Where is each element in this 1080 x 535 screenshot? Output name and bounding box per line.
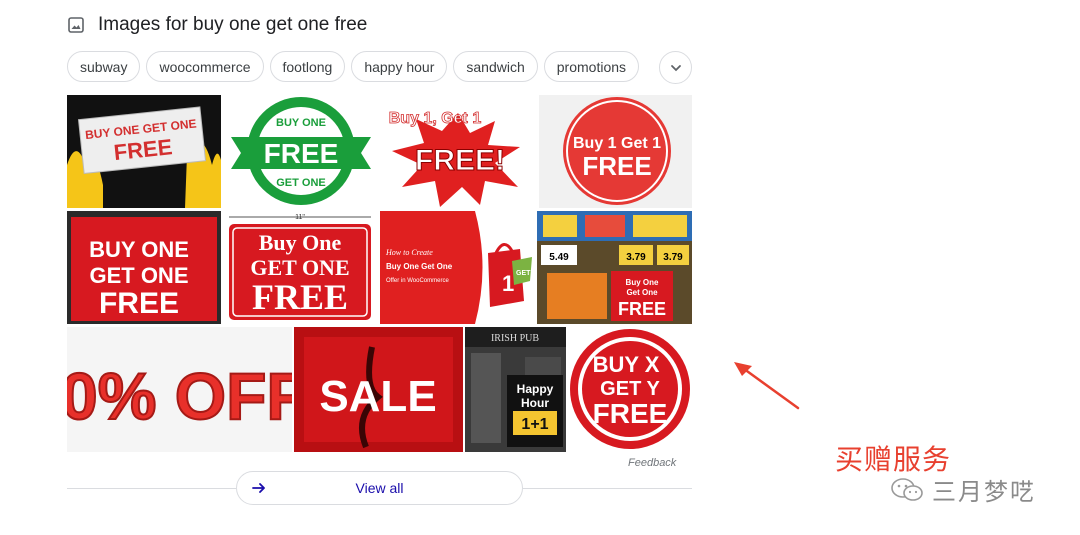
image-7-text-2: Buy One Get One (386, 262, 453, 271)
chip-footlong[interactable]: footlong (269, 51, 346, 82)
divider-right (523, 488, 692, 489)
image-2-text-1: BUY ONE (276, 117, 326, 129)
chip-subway[interactable]: subway (67, 51, 141, 82)
image-result-8[interactable]: 5.49 3.79 3.79 Buy One Get One FREE (537, 211, 692, 324)
image-results-header: Images for buy one get one free (68, 12, 367, 38)
image-5-text-2: GET ONE (89, 263, 188, 288)
image-result-1[interactable]: BUY ONE GET ONE FREE (67, 95, 221, 208)
image-9-text-1: 0% OFF (67, 359, 292, 433)
image-12-text-1: BUY X (593, 352, 660, 377)
more-chips-button[interactable] (659, 51, 692, 84)
image-result-5[interactable]: BUY ONE GET ONE FREE (67, 211, 221, 324)
image-7-text-5: GET (516, 270, 531, 277)
divider-left (67, 488, 236, 489)
image-11-text-4: 1+1 (521, 416, 548, 433)
image-result-12[interactable]: BUY X GET Y FREE (568, 327, 692, 452)
image-result-2[interactable]: BUY ONE FREE GET ONE (223, 95, 378, 208)
image-results-title[interactable]: Images for buy one get one free (98, 14, 367, 36)
image-11-text-1: IRISH PUB (491, 333, 539, 344)
image-6-text-2: Buy One (259, 230, 342, 255)
image-2-text-3: GET ONE (276, 177, 326, 189)
image-11-text-3: Hour (521, 396, 549, 410)
chip-sandwich[interactable]: sandwich (453, 51, 538, 82)
image-12-text-3: FREE (593, 398, 668, 429)
image-result-11[interactable]: IRISH PUB Happy Hour 1+1 (465, 327, 566, 452)
image-4-text-2: FREE (582, 151, 651, 181)
image-4-text-1: Buy 1 Get 1 (573, 135, 661, 152)
image-7-text-4: 1 (502, 271, 514, 296)
image-result-10[interactable]: SALE (294, 327, 463, 452)
image-6-text-4: FREE (252, 277, 348, 317)
annotation-arrow-icon (734, 362, 800, 410)
wechat-icon (891, 477, 923, 501)
feedback-link[interactable]: Feedback (628, 457, 676, 469)
image-8-text-5: Get One (626, 288, 658, 297)
image-result-6[interactable]: 11" Buy One GET ONE FREE (223, 211, 378, 324)
image-8-text-2: 3.79 (626, 252, 646, 263)
image-8-text-1: 5.49 (549, 252, 569, 263)
image-5-text-3: FREE (99, 287, 179, 320)
arrow-right-icon (252, 483, 265, 493)
related-searches-chips: subway woocommerce footlong happy hour s… (67, 51, 640, 84)
chip-woocommerce[interactable]: woocommerce (146, 51, 264, 82)
view-all-label: View all (355, 480, 404, 496)
chip-promotions[interactable]: promotions (543, 51, 640, 82)
image-8-text-6: FREE (618, 299, 666, 319)
image-8-text-4: Buy One (626, 278, 659, 287)
image-7-text-3: Offer in WooCommerce (386, 278, 449, 284)
image-result-7[interactable]: How to Create Buy One Get One Offer in W… (380, 211, 535, 324)
image-grid: BUY ONE GET ONE FREE BUY ONE FREE GET ON… (67, 95, 692, 452)
watermark-text: 三月梦呓 (932, 478, 1036, 506)
image-3-text-1: Buy 1, Get 1 (389, 110, 482, 127)
image-result-4[interactable]: Buy 1 Get 1 FREE (539, 95, 692, 208)
chevron-down-icon (670, 64, 681, 71)
image-icon (68, 17, 84, 33)
image-result-3[interactable]: Buy 1, Get 1 FREE! (380, 95, 537, 208)
image-10-text-1: SALE (319, 372, 436, 421)
view-all-button[interactable]: View all (236, 471, 523, 505)
image-11-text-2: Happy (517, 382, 554, 396)
image-12-text-2: GET Y (600, 378, 660, 400)
watermark: 三月梦呓 (890, 472, 1036, 507)
chip-happy-hour[interactable]: happy hour (351, 51, 448, 82)
image-6-text-1: 11" (295, 214, 305, 221)
image-result-9[interactable]: 0% OFF (67, 327, 292, 452)
image-5-text-1: BUY ONE (89, 237, 189, 262)
image-3-text-2: FREE! (415, 144, 505, 177)
image-2-text-2: FREE (264, 138, 339, 169)
image-8-text-3: 3.79 (663, 252, 683, 263)
image-7-text-1: How to Create (385, 248, 433, 257)
